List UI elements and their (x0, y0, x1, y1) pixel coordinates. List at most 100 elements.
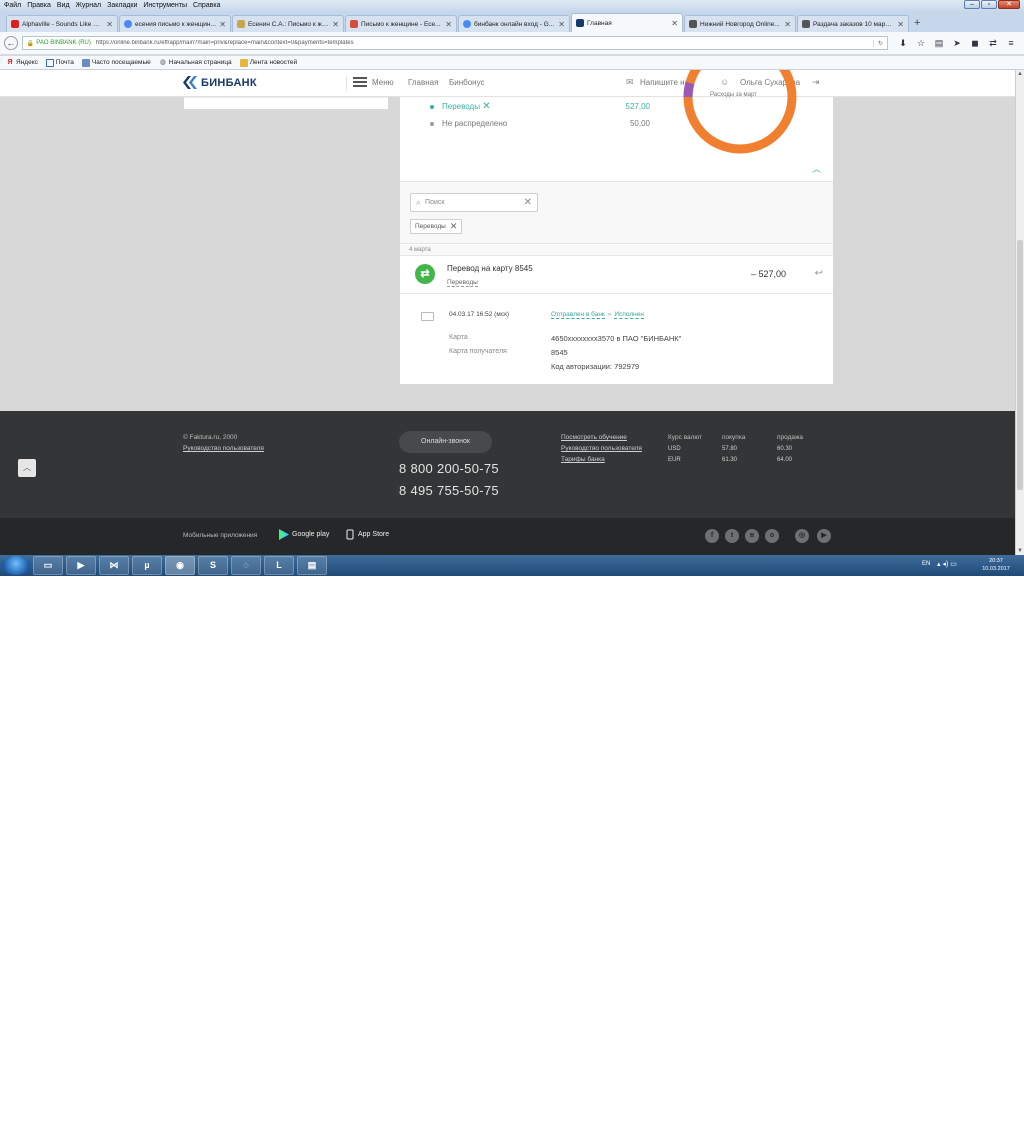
remove-filter-icon[interactable]: ✕ (482, 101, 490, 112)
collapse-chevron-icon[interactable]: ︿ (812, 162, 821, 175)
scroll-top-button[interactable]: ︿ (18, 459, 36, 477)
legend-row-unallocated[interactable]: Не распределено 50,00 (430, 119, 650, 128)
close-window-button[interactable]: ✕ (998, 0, 1020, 9)
close-tab-icon[interactable]: ✕ (897, 20, 904, 29)
chrome-like-taskbar-icon[interactable]: ◌ (231, 556, 261, 575)
google-play-label: Google play (292, 531, 330, 538)
repeat-icon[interactable]: ↩ (815, 268, 823, 279)
back-button[interactable]: ← (4, 36, 18, 50)
legend-row-transfers[interactable]: Переводы ✕ 527,00 (430, 101, 650, 112)
bookmark-start-page[interactable]: ◍ Начальная страница (159, 59, 232, 67)
bookmark-news-feed[interactable]: Лента новостей (239, 58, 297, 67)
binbank-logo[interactable]: БИНБАНК (183, 76, 257, 89)
menu-edit[interactable]: Правка (27, 2, 51, 9)
vk-icon[interactable]: в (745, 529, 759, 543)
explorer-taskbar-icon[interactable]: ▭ (33, 556, 63, 575)
extension-icon[interactable]: ◼ (966, 38, 984, 49)
menu-tools[interactable]: Инструменты (143, 2, 187, 9)
close-tab-icon[interactable]: ✕ (332, 20, 339, 29)
close-tab-icon[interactable]: ✕ (106, 20, 113, 29)
clock[interactable]: 20:37 10.03.2017 (976, 557, 1016, 573)
user-guide-link[interactable]: Руководство пользователя (561, 445, 642, 452)
browser-tab[interactable]: Нижний Новгород Online... ✕ (684, 15, 796, 32)
nav-binbonus[interactable]: Бинбонус (449, 78, 485, 87)
phone-1: 8 800 200-50-75 (399, 461, 499, 476)
chip-label: Переводы (415, 223, 446, 230)
browser-tab[interactable]: Письмо к женщине - Есе... ✕ (345, 15, 457, 32)
scrollbar-thumb[interactable] (1017, 240, 1023, 490)
tab-label: бинбанк онлайн вход - G... (474, 20, 555, 28)
online-call-button[interactable]: Онлайн-звонок (399, 431, 492, 453)
minimize-button[interactable]: – (964, 0, 980, 9)
instagram-icon[interactable]: ◎ (795, 529, 809, 543)
menu-history[interactable]: Журнал (76, 2, 102, 9)
browser-tab[interactable]: бинбанк онлайн вход - G... ✕ (458, 15, 570, 32)
media-player-taskbar-icon[interactable]: ▶ (66, 556, 96, 575)
operation-row[interactable]: ⇄ Перевод на карту 8545 Переводы – 527,0… (400, 256, 833, 294)
close-tab-icon[interactable]: ✕ (671, 19, 678, 28)
chip-close-icon[interactable]: ✕ (450, 221, 458, 232)
search-input[interactable]: ⌕ Поиск ✕ (410, 193, 538, 212)
send-icon[interactable]: ➤ (948, 38, 966, 49)
bookmark-mail[interactable]: Почта (45, 58, 74, 67)
language-indicator[interactable]: EN (922, 561, 930, 567)
new-tab-button[interactable]: + (914, 17, 920, 29)
nav-home[interactable]: Главная (408, 78, 438, 87)
bookmark-star-icon[interactable]: ☆ (912, 38, 930, 49)
menu-help[interactable]: Справка (193, 2, 220, 9)
web-page: БИНБАНК Меню Главная Бинбонус ✉ Напишите… (0, 70, 1015, 555)
menu-button[interactable]: Меню (353, 77, 394, 87)
page-scrollbar[interactable]: ▲ ▼ (1015, 70, 1024, 555)
status-sent[interactable]: Отправлен в банк (551, 311, 605, 319)
google-play-link[interactable]: Google play (279, 529, 329, 540)
guide-link[interactable]: Руководство пользователя (183, 445, 264, 452)
scroll-up-icon[interactable]: ▲ (1016, 71, 1024, 77)
addon-icon[interactable]: ⇄ (984, 38, 1002, 49)
browser-tab[interactable]: Alphaville - Sounds Like A ... ✕ (6, 15, 118, 32)
close-tab-icon[interactable]: ✕ (558, 20, 565, 29)
app-store-link[interactable]: App Store (345, 529, 389, 540)
status-done[interactable]: Исполнен (614, 311, 644, 319)
google-icon (463, 20, 471, 28)
close-tab-icon[interactable]: ✕ (784, 20, 791, 29)
start-button[interactable] (2, 556, 30, 575)
download-icon[interactable]: ⬇ (894, 38, 912, 49)
address-bar[interactable]: 🔒 PAO BINBANK (RU) https://online.binban… (21, 36, 888, 50)
firefox-taskbar-icon[interactable]: ◉ (165, 556, 195, 575)
site-header: БИНБАНК Меню Главная Бинбонус ✉ Напишите… (0, 70, 1015, 97)
menu-file[interactable]: Файл (4, 2, 21, 9)
skype-taskbar-icon[interactable]: S (198, 556, 228, 575)
logout-icon[interactable]: ⇥ (812, 77, 820, 88)
close-tab-icon[interactable]: ✕ (445, 20, 452, 29)
hamburger-menu-icon[interactable]: ≡ (1002, 38, 1020, 49)
browser-tab[interactable]: есения письмо к женщин... ✕ (119, 15, 231, 32)
bookmark-frequent[interactable]: Часто посещаемые (81, 58, 151, 67)
utorrent-taskbar-icon[interactable]: µ (132, 556, 162, 575)
url-text[interactable]: https://online.binbank.ru/eff/app/main?m… (96, 40, 873, 46)
close-tab-icon[interactable]: ✕ (219, 20, 226, 29)
youtube-social-icon[interactable]: ▶ (817, 529, 831, 543)
bowtie-taskbar-icon[interactable]: ⋈ (99, 556, 129, 575)
clear-search-icon[interactable]: ✕ (524, 197, 532, 208)
operation-category[interactable]: Переводы (447, 279, 478, 287)
tray-icons[interactable]: ▴ ◂) ▭ (937, 560, 957, 568)
network-taskbar-icon[interactable]: ▤ (297, 556, 327, 575)
legend-value: 527,00 (625, 102, 650, 111)
training-link[interactable]: Посмотреть обучение (561, 434, 627, 441)
odnoklassniki-icon[interactable]: о (765, 529, 779, 543)
reload-icon[interactable]: ↻ (873, 39, 887, 47)
maximize-button[interactable]: ▫ (981, 0, 997, 9)
menu-bookmarks[interactable]: Закладки (107, 2, 137, 9)
bookmark-yandex[interactable]: Я Яндекс (6, 59, 37, 67)
facebook-icon[interactable]: f (705, 529, 719, 543)
menu-view[interactable]: Вид (57, 2, 70, 9)
scroll-down-icon[interactable]: ▼ (1016, 548, 1024, 554)
lync-taskbar-icon[interactable]: L (264, 556, 294, 575)
filter-chip[interactable]: Переводы ✕ (410, 219, 463, 234)
tariffs-link[interactable]: Тарифы банка (561, 456, 605, 463)
twitter-icon[interactable]: t (725, 529, 739, 543)
browser-tab-active[interactable]: Главная ✕ (571, 13, 683, 32)
browser-tab[interactable]: Раздача заказов 10 марта... ✕ (797, 15, 909, 32)
browser-tab[interactable]: Есенин С.А.: Письмо к же... ✕ (232, 15, 344, 32)
library-icon[interactable]: ▤ (930, 38, 948, 49)
